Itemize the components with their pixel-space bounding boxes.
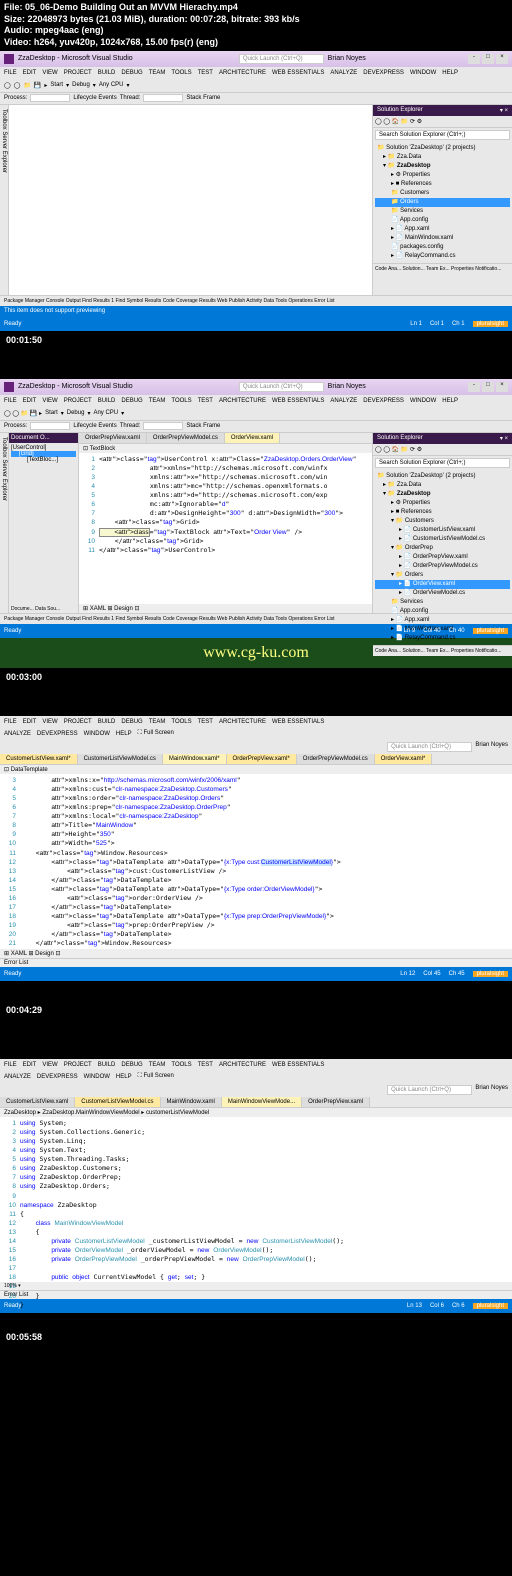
menu-test[interactable]: TEST: [198, 398, 213, 404]
menu-project[interactable]: PROJECT: [64, 70, 92, 76]
code-editor[interactable]: OrderPrepView.xaml OrderPrepViewModel.cs…: [79, 433, 372, 613]
maximize-icon[interactable]: □: [482, 54, 494, 64]
toolbox-tab[interactable]: Toolbox Server Explorer: [0, 105, 9, 295]
vs-window-1: ZzaDesktop - Microsoft Visual Studio Qui…: [0, 51, 512, 331]
save-icon[interactable]: 💾: [34, 82, 41, 89]
vs-logo-icon: [4, 54, 14, 64]
menu-view[interactable]: VIEW: [42, 398, 57, 404]
bottom-panel-tabs[interactable]: Package Manager Console Output Find Resu…: [0, 295, 512, 306]
solexp-toolbar[interactable]: ◯ ◯ 🏠 📁 ⟳ ⚙: [373, 116, 512, 128]
vs-window-3: FILEEDITVIEWPROJECTBUILDDEBUGTEAMTOOLSTE…: [0, 716, 512, 981]
titlebar[interactable]: ZzaDesktop - Microsoft Visual Studio Qui…: [0, 379, 512, 395]
close-icon[interactable]: ×: [496, 54, 508, 64]
menu-view[interactable]: VIEW: [42, 70, 57, 76]
window-title: ZzaDesktop - Microsoft Visual Studio: [18, 55, 133, 62]
tab[interactable]: OrderPrepViewModel.cs: [147, 433, 225, 443]
editor-empty: [9, 105, 372, 295]
start-button[interactable]: Start: [50, 82, 63, 88]
timestamp-3: 00:04:29: [0, 1001, 512, 1019]
menu-devexpress[interactable]: DEVEXPRESS: [363, 398, 404, 404]
menu-analyze[interactable]: ANALYZE: [330, 70, 357, 76]
menu-build[interactable]: BUILD: [98, 398, 116, 404]
code-editor[interactable]: 3 attr">xmlns:x="http://schemas.microsof…: [0, 774, 512, 949]
menubar: FILE EDIT VIEW PROJECT BUILD DEBUG TEAM TOOLS TE…: [0, 67, 512, 79]
nav-fwd-icon[interactable]: ◯: [14, 82, 21, 89]
tab[interactable]: OrderPrepView.xaml: [79, 433, 147, 443]
tab-active[interactable]: OrderView.xaml: [225, 433, 280, 443]
menu-tools[interactable]: TOOLS: [171, 70, 191, 76]
file-metadata: File: 05_06-Demo Building Out an MVVM Hi…: [0, 0, 512, 51]
config-cpu[interactable]: Any CPU: [99, 82, 124, 88]
code-editor[interactable]: 1using System; 2using System.Collections…: [0, 1117, 512, 1282]
solexp-search[interactable]: Search Solution Explorer (Ctrl+;): [375, 130, 510, 140]
menu-help[interactable]: HELP: [442, 70, 458, 76]
nav-back-icon[interactable]: ◯: [4, 82, 11, 89]
vs-logo-icon: [4, 382, 14, 392]
minimize-icon[interactable]: -: [468, 54, 480, 64]
timestamp-4: 00:05:58: [0, 1328, 512, 1346]
menu-web essentials[interactable]: WEB ESSENTIALS: [272, 398, 324, 404]
vs-window-4: FILEEDITVIEWPROJECTBUILDDEBUGTEAMTOOLSTE…: [0, 1059, 512, 1313]
titlebar[interactable]: ZzaDesktop - Microsoft Visual Studio Qui…: [0, 51, 512, 67]
solution-node[interactable]: 📁 Solution 'ZzaDesktop' (2 projects): [375, 144, 510, 153]
menu-window[interactable]: WINDOW: [410, 70, 436, 76]
menu-team[interactable]: TEAM: [149, 398, 166, 404]
menu-help[interactable]: HELP: [442, 398, 458, 404]
menu-file[interactable]: FILE: [4, 70, 17, 76]
menu-edit[interactable]: EDIT: [23, 398, 37, 404]
menu-tools[interactable]: TOOLS: [171, 398, 191, 404]
toolbar: ◯ ◯ 📁 💾 ▸ Start ▾ Debug ▾ Any CPU ▾: [0, 79, 512, 93]
menu-project[interactable]: PROJECT: [64, 398, 92, 404]
open-icon[interactable]: 📁: [23, 82, 30, 89]
debug-toolbar: Process: Lifecycle Events Thread: Stack …: [0, 93, 512, 105]
prop-tabs[interactable]: Code Ana... Solution... Team Ex... Prope…: [373, 263, 512, 274]
vs-window-2: ZzaDesktop - Microsoft Visual Studio Qui…: [0, 379, 512, 638]
menu-analyze[interactable]: ANALYZE: [330, 398, 357, 404]
statusbar: Ready Ln 1Col 1Ch 1pluralsight: [0, 317, 512, 331]
menu-window[interactable]: WINDOW: [410, 398, 436, 404]
menu-test[interactable]: TEST: [198, 70, 213, 76]
orders-folder[interactable]: 📁 Orders: [375, 198, 510, 207]
panel-controls[interactable]: ▾ ×: [500, 107, 508, 114]
timestamp-1: 00:01:50: [0, 331, 512, 349]
user-name: Brian Noyes: [328, 55, 366, 62]
timestamp-2: 00:03:00: [0, 668, 512, 686]
menu-file[interactable]: FILE: [4, 398, 17, 404]
config-debug[interactable]: Debug: [72, 82, 90, 88]
document-outline: Document O... [UserControl] [Grid] [Text…: [9, 433, 79, 613]
menu-devexpress[interactable]: DEVEXPRESS: [363, 70, 404, 76]
solution-explorer: Solution Explorer▾ × ◯ ◯ 🏠 📁 ⟳ ⚙ Search …: [372, 105, 512, 295]
menu-edit[interactable]: EDIT: [23, 70, 37, 76]
solution-tree[interactable]: 📁 Solution 'ZzaDesktop' (2 projects) ▸ 📁…: [373, 142, 512, 263]
menu-debug[interactable]: DEBUG: [121, 398, 142, 404]
menu-architecture[interactable]: ARCHITECTURE: [219, 398, 266, 404]
menu-debug[interactable]: DEBUG: [121, 70, 142, 76]
solution-explorer: Solution Explorer▾ × ◯ ◯ 🏠 📁 ⟳ ⚙ Search …: [372, 433, 512, 613]
menu-web essentials[interactable]: WEB ESSENTIALS: [272, 70, 324, 76]
menu-team[interactable]: TEAM: [149, 70, 166, 76]
menu-build[interactable]: BUILD: [98, 70, 116, 76]
preview-bar: This item does not support previewing: [0, 306, 512, 317]
quick-launch[interactable]: Quick Launch (Ctrl+Q): [239, 54, 324, 64]
menu-architecture[interactable]: ARCHITECTURE: [219, 70, 266, 76]
